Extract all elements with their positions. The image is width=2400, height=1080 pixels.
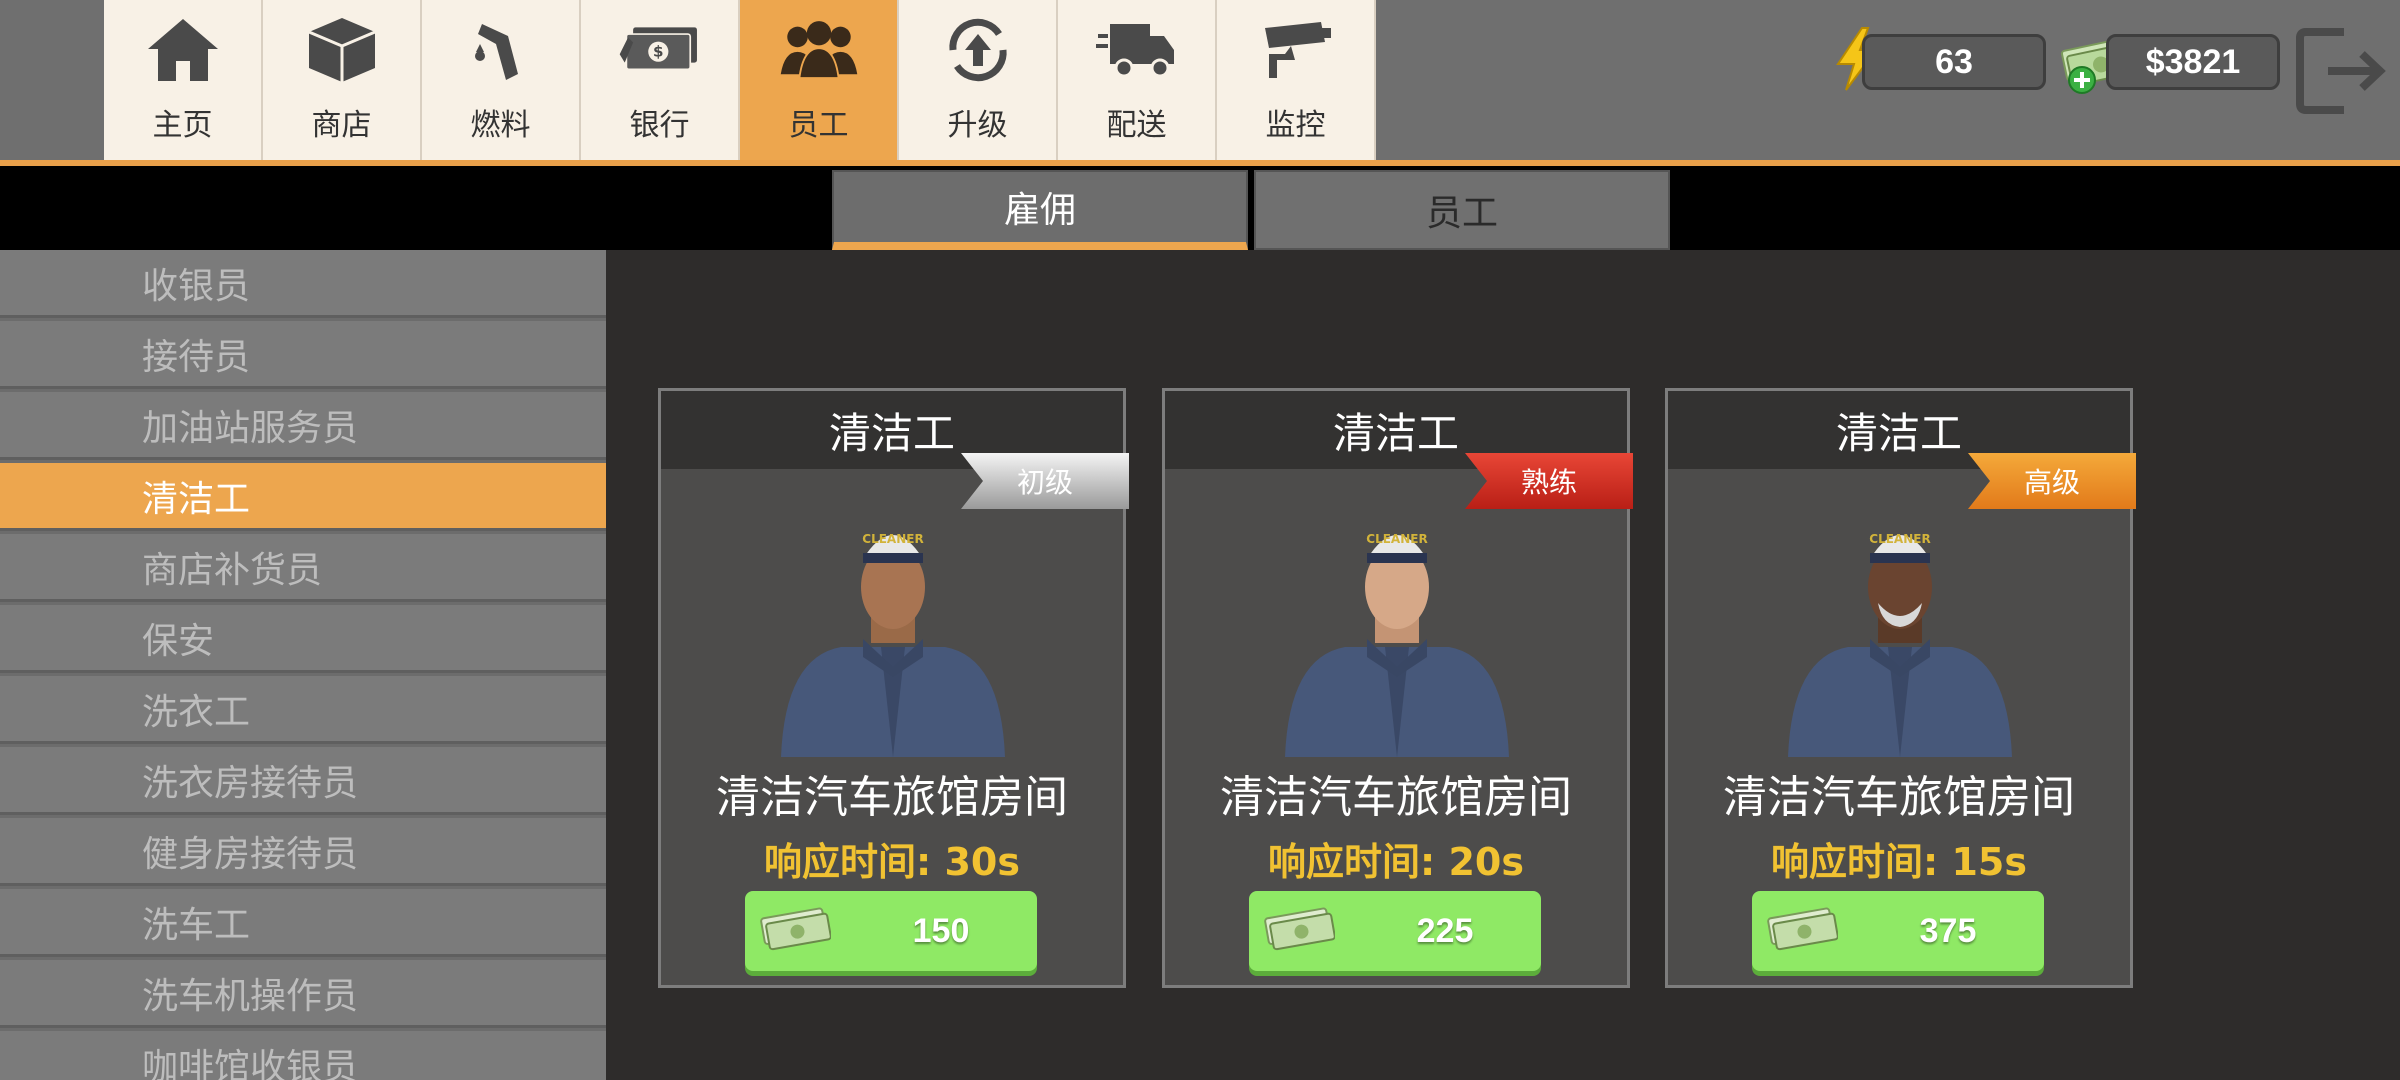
tab-delivery[interactable]: 配送 — [1058, 0, 1217, 160]
sidebar-item-gas-attendant[interactable]: 加油站服务员 — [0, 392, 606, 460]
svg-text:$: $ — [653, 43, 664, 61]
tab-label: 商店 — [311, 108, 372, 143]
hire-card-senior: 清洁工 高级 CLEANER 清洁汽车旅馆房间 响应时间: 15s 375 — [1665, 388, 2136, 988]
hire-card-skilled: 清洁工 熟练 CLEANER 清洁汽车旅馆房间 响应时间: 20s 225 — [1162, 388, 1633, 988]
hire-card-junior: 清洁工 初级 CLEANER 清洁汽车旅馆房间 响应时间: 30s 150 — [658, 388, 1129, 988]
tab-bank[interactable]: $ 银行 — [581, 0, 740, 160]
security-camera-icon — [1254, 14, 1338, 86]
cleaner-avatar: CLEANER — [1778, 507, 2022, 761]
tab-home[interactable]: 主页 — [104, 0, 263, 160]
sidebar-item-cleaner[interactable]: 清洁工 — [0, 463, 606, 531]
staff-group-icon — [777, 14, 861, 86]
tab-label: 主页 — [152, 108, 213, 143]
card-task: 清洁汽车旅馆房间 — [1220, 772, 1572, 823]
hire-price: 150 — [912, 911, 970, 950]
fuel-nozzle-icon — [459, 14, 543, 86]
sidebar-item-stocker[interactable]: 商店补货员 — [0, 534, 606, 602]
sidebar-item-gym-receptionist[interactable]: 健身房接待员 — [0, 818, 606, 886]
tab-label: 银行 — [629, 108, 690, 143]
response-time-value: 20s — [1448, 840, 1524, 884]
response-time-value: 30s — [944, 840, 1020, 884]
card-task: 清洁汽车旅馆房间 — [716, 772, 1068, 823]
sidebar-item-receptionist[interactable]: 接待员 — [0, 321, 606, 389]
card-response-time: 响应时间: 20s — [1165, 831, 1627, 886]
hire-button[interactable]: 150 — [745, 891, 1037, 971]
staff-category-sidebar: 收银员 接待员 加油站服务员 清洁工 商店补货员 保安 洗衣工 洗衣房接待员 健… — [0, 250, 606, 1080]
tab-label: 升级 — [947, 108, 1008, 143]
money-counter: $3821 — [2106, 34, 2280, 90]
exit-icon[interactable] — [2292, 24, 2388, 122]
card-response-time: 响应时间: 15s — [1668, 831, 2130, 886]
sidebar-item-car-wash-operator[interactable]: 洗车机操作员 — [0, 960, 606, 1028]
cleaner-avatar: CLEANER — [771, 507, 1015, 761]
tab-label: 员工 — [788, 108, 849, 143]
cleaner-avatar: CLEANER — [1275, 507, 1519, 761]
card-response-time: 响应时间: 30s — [661, 831, 1123, 886]
tab-monitor[interactable]: 监控 — [1217, 0, 1376, 160]
response-time-label: 响应时间: — [1268, 840, 1436, 884]
main-nav-tabs: 主页 商店 燃料 $ 银行 员工 升级 配送 监控 — [104, 0, 1376, 160]
tab-fuel[interactable]: 燃料 — [422, 0, 581, 160]
tab-label: 燃料 — [470, 108, 531, 143]
tab-upgrade[interactable]: 升级 — [899, 0, 1058, 160]
hire-button[interactable]: 375 — [1752, 891, 2044, 971]
tab-label: 配送 — [1106, 108, 1167, 143]
sidebar-item-laundry-worker[interactable]: 洗衣工 — [0, 676, 606, 744]
hire-price: 225 — [1416, 911, 1474, 950]
sidebar-item-car-washer[interactable]: 洗车工 — [0, 889, 606, 957]
energy-counter: 63 — [1862, 34, 2046, 90]
rank-ribbon: 高级 — [1968, 453, 2136, 509]
cash-stack-icon — [1766, 903, 1839, 959]
svg-text:CLEANER: CLEANER — [1869, 532, 1930, 546]
tab-label: 监控 — [1265, 108, 1326, 143]
sidebar-item-laundry-receptionist[interactable]: 洗衣房接待员 — [0, 747, 606, 815]
delivery-truck-icon — [1095, 14, 1179, 86]
tab-store[interactable]: 商店 — [263, 0, 422, 160]
cash-stack-icon — [759, 903, 832, 959]
rank-ribbon: 初级 — [961, 453, 1129, 509]
tab-staff-list[interactable]: 员工 — [1254, 170, 1670, 250]
tab-hire[interactable]: 雇佣 — [832, 170, 1248, 250]
rank-ribbon: 熟练 — [1465, 453, 1633, 509]
store-box-icon — [300, 14, 384, 86]
svg-text:CLEANER: CLEANER — [1366, 532, 1427, 546]
sidebar-item-cafe-cashier[interactable]: 咖啡馆收银员 — [0, 1031, 606, 1080]
upgrade-icon — [936, 14, 1020, 86]
hire-button[interactable]: 225 — [1249, 891, 1541, 971]
response-time-label: 响应时间: — [764, 840, 932, 884]
response-time-label: 响应时间: — [1771, 840, 1939, 884]
cash-stack-icon — [1263, 903, 1336, 959]
response-time-value: 15s — [1951, 840, 2027, 884]
sidebar-item-security[interactable]: 保安 — [0, 605, 606, 673]
svg-text:CLEANER: CLEANER — [862, 532, 923, 546]
bank-money-icon: $ — [618, 14, 702, 86]
sidebar-item-cashier[interactable]: 收银员 — [0, 250, 606, 318]
hire-price: 375 — [1919, 911, 1977, 950]
card-task: 清洁汽车旅馆房间 — [1723, 772, 2075, 823]
tab-staff[interactable]: 员工 — [740, 0, 899, 160]
home-icon — [141, 14, 225, 86]
